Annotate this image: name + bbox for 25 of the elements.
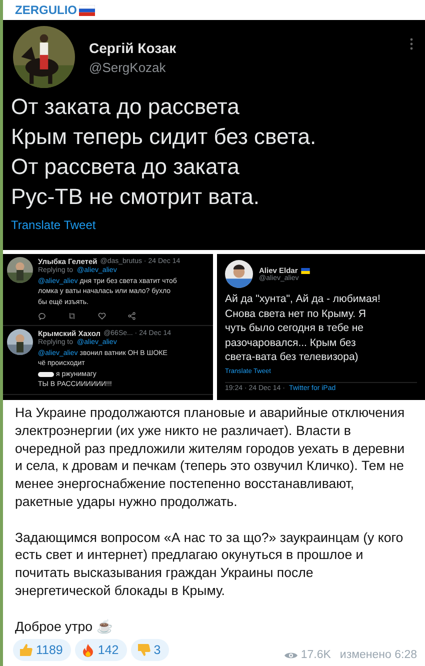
- thumbs-down-icon: [136, 643, 151, 658]
- fire-icon: [80, 643, 95, 658]
- more-icon: [410, 38, 413, 50]
- reply-icon: [38, 312, 46, 320]
- post-paragraph: На Украине продолжаются плановые и аварийные отключения электроэнергии (их уже никто не различает). Власти в очередной раз предложили жителям городов уехать в деревни и села, к дровам и печкам (теперь это озвучил Кличко). Тем не менее энергоснабжение постепенно восстанавливают, ракетные удары нужно продолжать.: [15, 404, 406, 511]
- post-paragraph: Задающимся вопросом «А нас то за що?» заукраинцам (у кого есть свет и интернет) предлагаю окунуться в прошлое и почитать высказывания граждан Украины после энергетической блокады в Крыму.: [15, 528, 404, 600]
- channel-name[interactable]: ZERGULIO: [15, 3, 77, 17]
- author-handle: @SergKozak: [89, 60, 167, 74]
- views-icon: [284, 650, 298, 660]
- redaction-mark: [38, 372, 54, 378]
- thumbs-up-icon: [19, 643, 33, 658]
- reaction-button[interactable]: 3: [130, 639, 169, 662]
- reaction-button[interactable]: 1189: [13, 639, 71, 662]
- edited-time: изменено 6:28: [340, 649, 417, 662]
- tweet-text: От заката до рассвета Крым теперь сидит без света. От рассвета до заката Рус-ТВ не смотрит вата.: [11, 93, 318, 211]
- flag-icon: [300, 268, 310, 274]
- heart-icon: [98, 312, 106, 320]
- retweet-icon: [68, 312, 76, 320]
- author-name: Сергій Козак: [89, 40, 178, 56]
- reaction-button[interactable]: 142: [74, 639, 127, 662]
- post-paragraph: Доброе утро ☕: [15, 618, 114, 636]
- tweet-text: Ай да "хунта", Ай да - любимая! Снова света нет по Крыму. Я чуть было сегодня в тебе не разочаровался... Крым без света-вата без телевизора): [225, 292, 382, 364]
- flag-icon: [79, 4, 95, 16]
- share-icon: [128, 312, 136, 320]
- view-count: 17.6K: [300, 649, 331, 662]
